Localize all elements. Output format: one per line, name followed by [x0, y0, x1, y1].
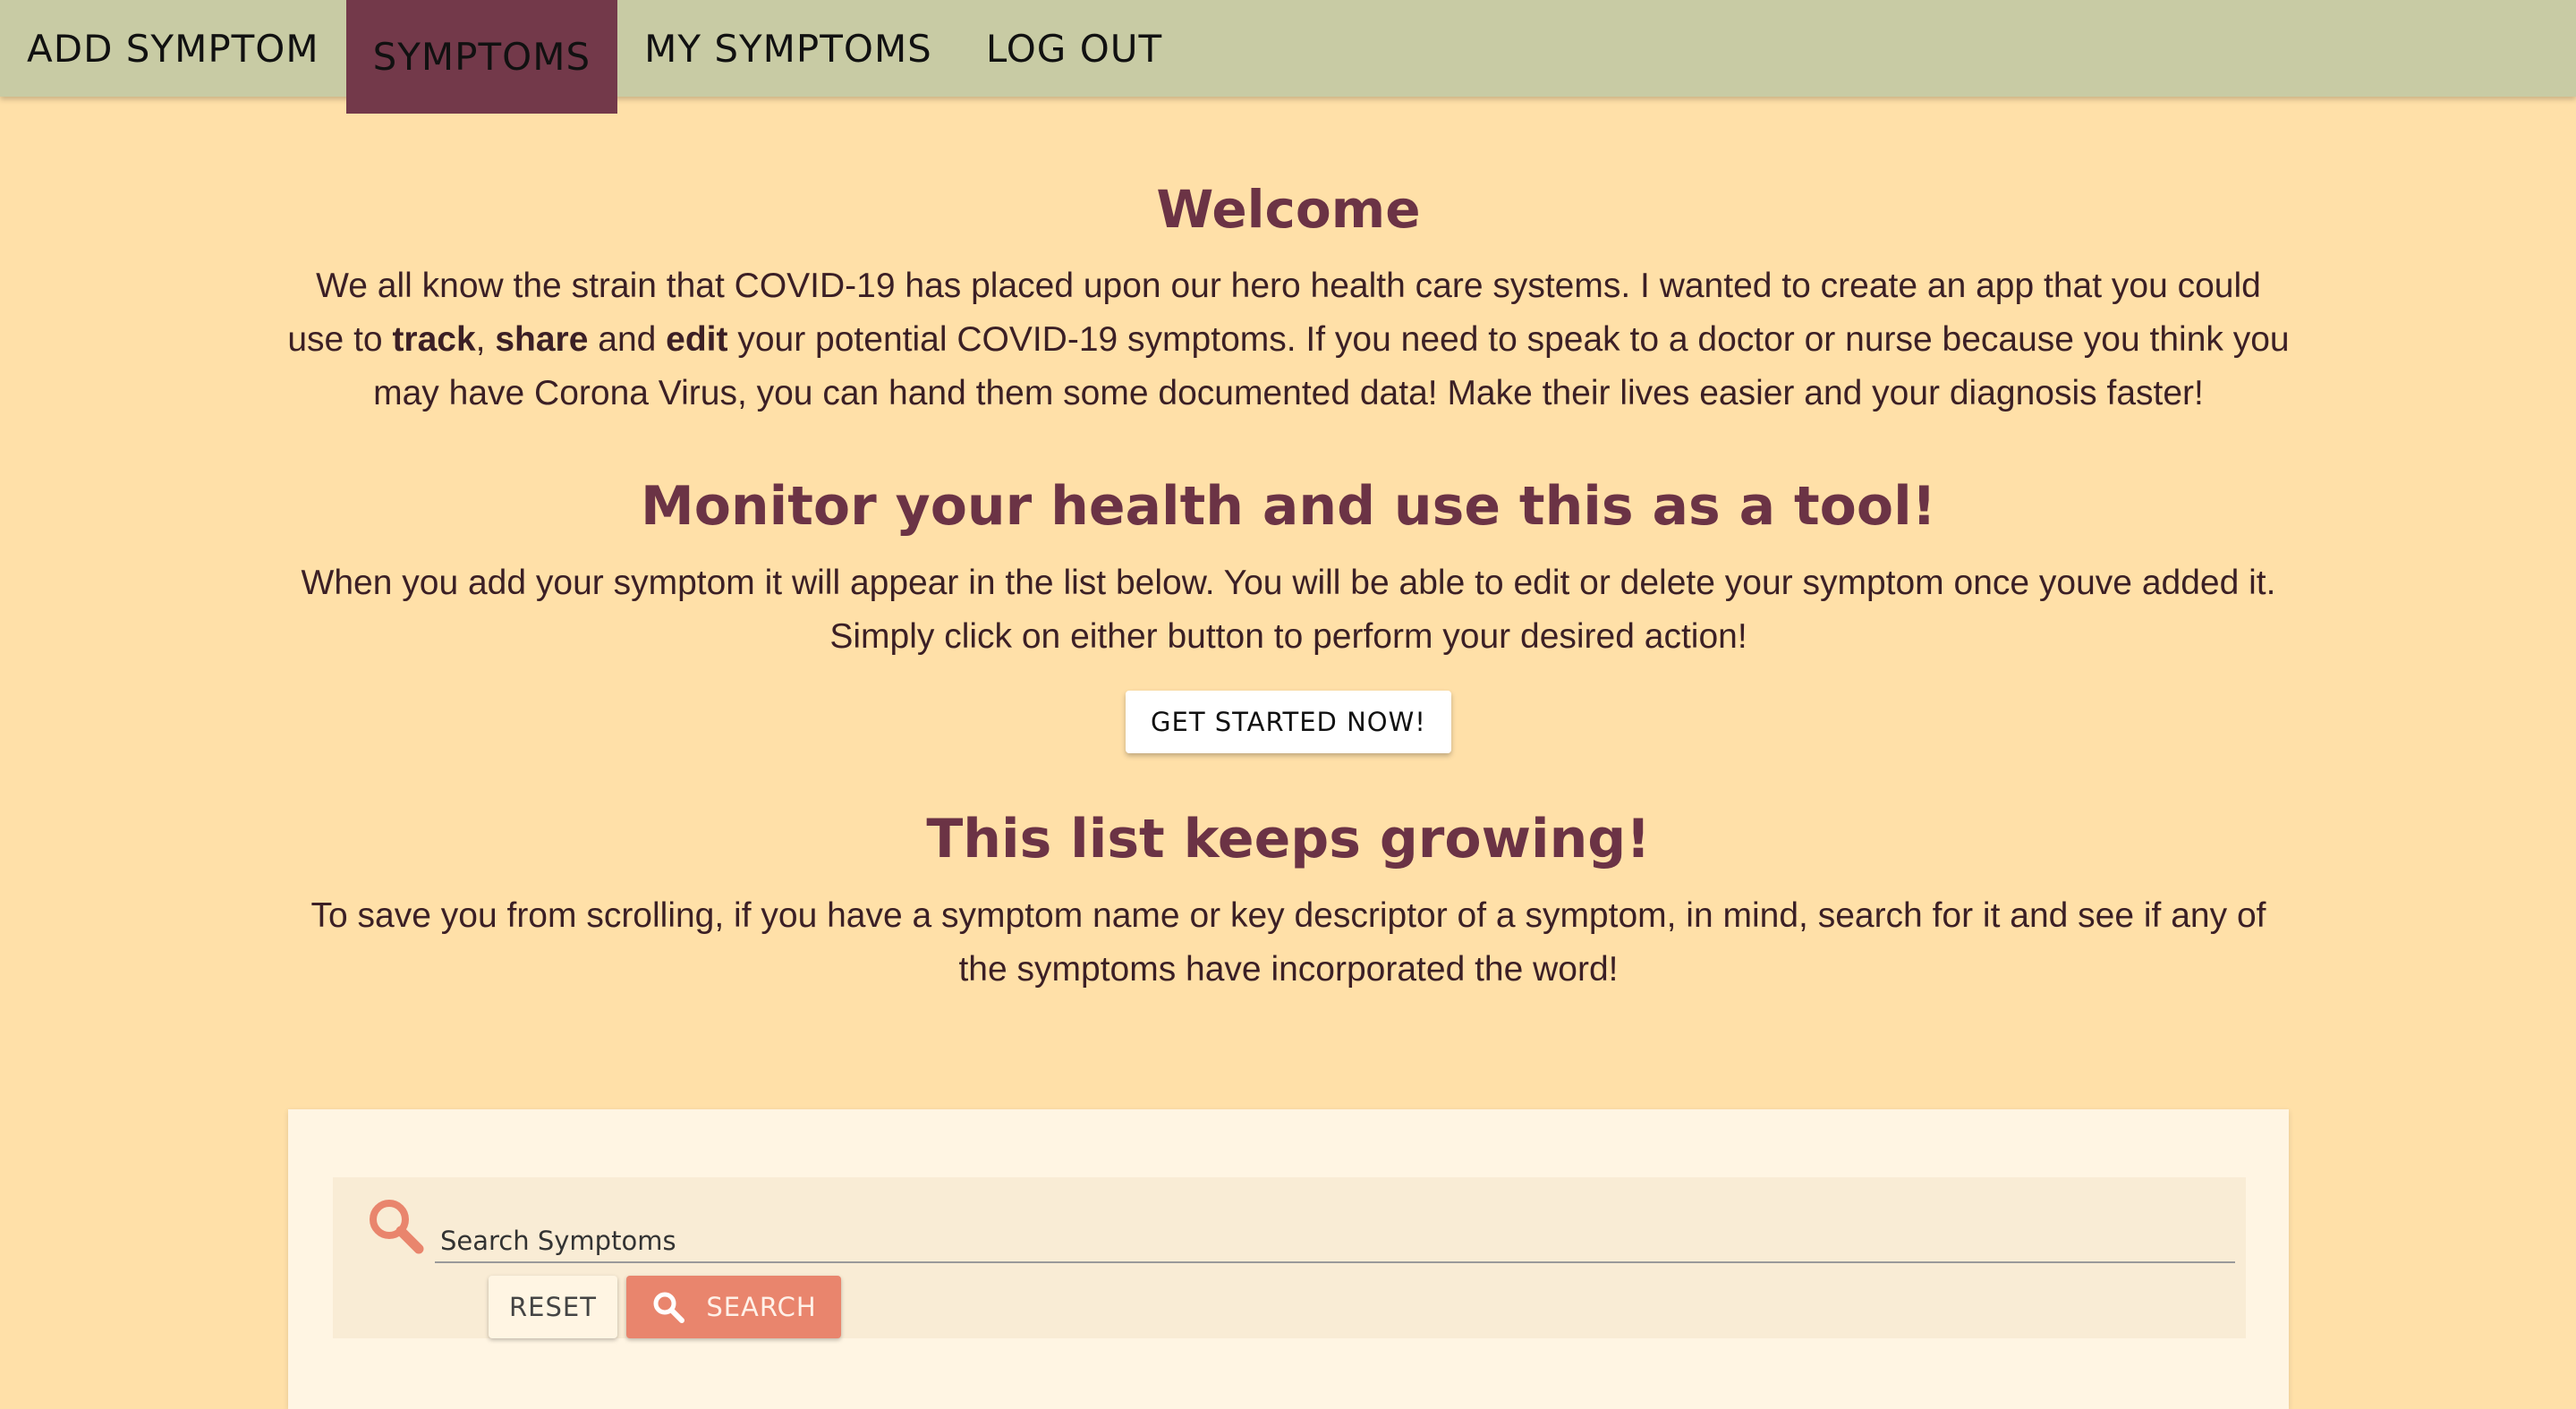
nav-symptoms[interactable]: SYMPTOMS [345, 0, 618, 114]
welcome-bold-share: share [495, 320, 589, 359]
nav-add-symptom[interactable]: ADD SYMPTOM [0, 0, 346, 97]
welcome-bold-track: track [392, 320, 476, 359]
main-content: Welcome We all know the strain that COVI… [286, 143, 2291, 997]
list-paragraph: To save you from scrolling, if you have … [310, 896, 2266, 989]
nav-log-out[interactable]: LOG OUT [959, 0, 1189, 97]
search-icon [365, 1195, 428, 1258]
search-panel: RESET SEARCH [333, 1177, 2246, 1338]
monitor-paragraph: When you add your symptom it will appear… [301, 564, 2276, 656]
welcome-sep-1: , [475, 320, 496, 359]
welcome-paragraph: We all know the strain that COVID-19 has… [286, 259, 2291, 420]
reset-button-label: RESET [509, 1292, 597, 1322]
nav-my-symptoms[interactable]: MY SYMPTOMS [617, 0, 959, 97]
welcome-bold-edit: edit [666, 320, 728, 359]
search-input[interactable] [435, 1220, 2235, 1263]
reset-button[interactable]: RESET [489, 1276, 617, 1338]
search-button-label: SEARCH [706, 1292, 817, 1322]
search-button-icon [650, 1289, 686, 1325]
get-started-button[interactable]: GET STARTED NOW! [1126, 691, 1451, 753]
monitor-heading: Monitor your health and use this as a to… [641, 475, 1936, 538]
welcome-sep-2: and [588, 320, 667, 359]
welcome-heading: Welcome [1156, 179, 1421, 240]
search-card: RESET SEARCH [288, 1109, 2289, 1409]
top-navbar: ADD SYMPTOM SYMPTOMS MY SYMPTOMS LOG OUT [0, 0, 2576, 114]
search-button[interactable]: SEARCH [626, 1276, 841, 1338]
list-heading: This list keeps growing! [926, 808, 1651, 870]
